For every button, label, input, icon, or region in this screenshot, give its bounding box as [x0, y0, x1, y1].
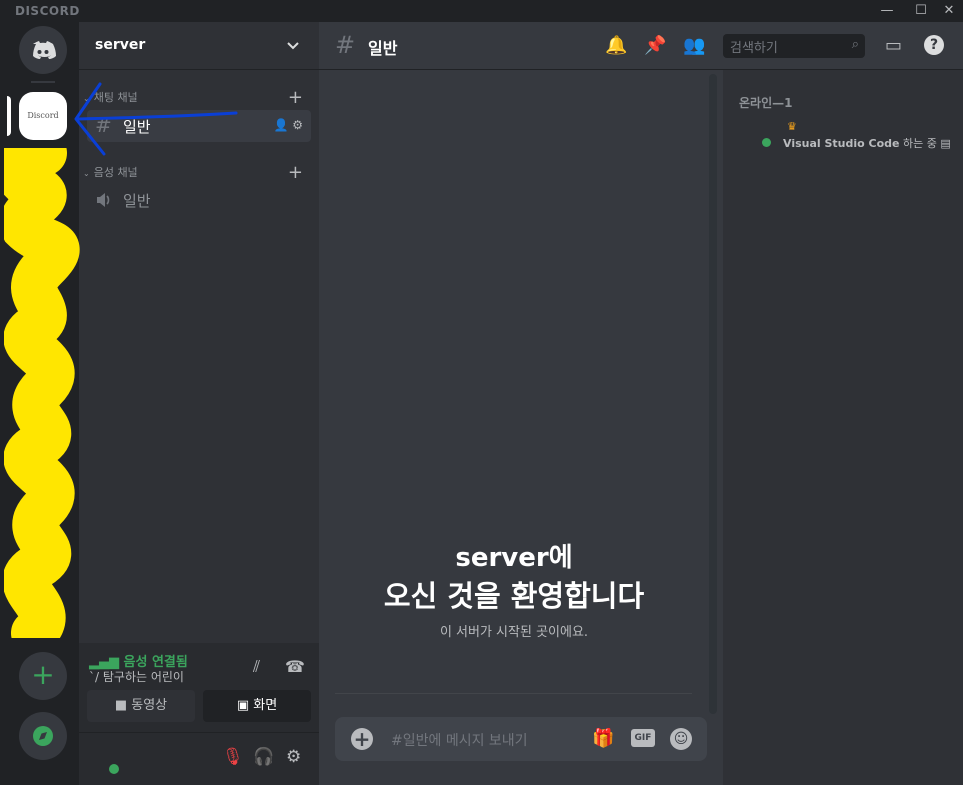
close-button[interactable]: ✕: [938, 1, 960, 21]
rail-separator: [31, 81, 55, 83]
status-online-indicator: [762, 138, 771, 147]
voice-channel-general[interactable]: 일반: [87, 184, 311, 216]
search-input[interactable]: 검색하기 ⌕: [723, 34, 865, 58]
gift-icon[interactable]: 🎁: [592, 728, 614, 749]
inbox-icon[interactable]: ▭: [885, 35, 902, 56]
welcome-title-line2: 오신 것을 환영합니다: [383, 579, 645, 613]
chat-scrollbar[interactable]: [709, 74, 717, 714]
channel-label: 일반: [123, 118, 151, 136]
category-label: 음성 채널: [93, 166, 138, 179]
member-activity: Visual Studio Code 하는 중 ▤: [783, 135, 951, 151]
member-list-icon[interactable]: 👥: [683, 35, 705, 56]
mute-microphone-icon[interactable]: 🎙: [222, 747, 244, 767]
channel-tools: 👤 ⚙: [273, 118, 303, 132]
plus-icon: +: [31, 658, 55, 691]
text-channel-general[interactable]: # 일반 👤 ⚙: [87, 110, 311, 142]
explore-servers-button[interactable]: [19, 712, 67, 760]
chevron-down-icon: ⌄: [83, 94, 90, 103]
attach-plus-icon[interactable]: +: [351, 728, 373, 750]
pinned-messages-icon[interactable]: 📌: [644, 35, 666, 56]
activity-app: Visual Studio Code: [783, 137, 900, 150]
crown-icon: ♛: [787, 120, 797, 133]
help-icon[interactable]: ?: [924, 35, 944, 55]
welcome-title-line1: server에: [455, 543, 573, 573]
add-server-button[interactable]: +: [19, 652, 67, 700]
notification-bell-icon[interactable]: 🔔: [605, 35, 627, 56]
message-composer[interactable]: + #일반에 메시지 보내기 🎁 GIF ☺: [335, 717, 707, 761]
category-label: 채팅 채널: [93, 91, 138, 104]
speaker-icon: [97, 193, 110, 207]
disconnect-call-icon[interactable]: ☎: [285, 657, 305, 676]
chat-header: # 일반 🔔 📌 👥 검색하기 ⌕ ▭ ?: [319, 22, 963, 70]
minimize-button[interactable]: —: [876, 1, 898, 21]
gif-button[interactable]: GIF: [631, 729, 655, 747]
voice-channel-name: `/ 탐구하는 어린이: [89, 670, 184, 684]
title-bar: DISCORD — ☐ ✕: [0, 0, 963, 22]
search-icon: ⌕: [851, 37, 859, 52]
member-group-header: 온라인—1: [739, 96, 793, 110]
rich-presence-icon: ▤: [940, 137, 951, 150]
compass-icon: [33, 726, 53, 746]
maximize-button[interactable]: ☐: [910, 1, 932, 21]
discord-logo-icon: [33, 41, 56, 59]
server-header[interactable]: server: [79, 22, 319, 70]
member-list: 온라인—1 ♛ Visual Studio Code 하는 중 ▤: [723, 70, 963, 785]
channel-label: 일반: [123, 192, 151, 210]
yellow-redaction-scribble: [4, 148, 80, 638]
server-name: server: [95, 37, 146, 53]
channel-sidebar: server ⌄ 채팅 채널 + # 일반 👤 ⚙ ⌄ 음성 채널 + 일반 ▂▄▆…: [79, 22, 319, 785]
message-divider: [335, 693, 692, 694]
server-icon[interactable]: Discord: [19, 92, 67, 140]
create-channel-button[interactable]: +: [288, 89, 303, 107]
screen-button-label: 화면: [253, 698, 278, 713]
selected-indicator: [7, 96, 11, 136]
screen-share-button[interactable]: ▣ 화면: [203, 690, 311, 722]
user-panel: 🎙 🎧 ⚙: [79, 733, 319, 785]
video-button-label: 동영상: [131, 698, 168, 713]
channel-title: 일반: [368, 39, 398, 58]
app-brand: DISCORD: [15, 4, 80, 18]
hash-icon: #: [95, 113, 112, 137]
video-camera-icon: ■: [114, 698, 132, 713]
category-voice-channels[interactable]: ⌄ 음성 채널: [83, 164, 138, 180]
server-icon-text: Discord: [27, 111, 59, 120]
search-placeholder: 검색하기: [730, 41, 778, 56]
home-button[interactable]: [19, 26, 67, 74]
chevron-down-icon: ⌄: [83, 169, 90, 178]
member-item[interactable]: ♛ Visual Studio Code 하는 중 ▤: [753, 120, 963, 160]
invite-icon[interactable]: 👤: [273, 118, 288, 132]
create-voice-channel-button[interactable]: +: [288, 164, 303, 182]
chevron-down-icon: [287, 42, 299, 50]
activity-suffix: 하는 중: [903, 137, 937, 150]
video-button[interactable]: ■ 동영상: [87, 690, 195, 722]
welcome-subtitle: 이 서버가 시작된 곳이에요.: [439, 625, 589, 640]
gear-icon[interactable]: ⚙: [292, 118, 303, 132]
message-input[interactable]: #일반에 메시지 보내기: [391, 730, 528, 750]
voice-connection-panel: ▂▄▆ 음성 연결됨 `/ 탐구하는 어린이 ⫽ ☎ ■ 동영상 ▣ 화면: [79, 643, 319, 733]
status-online-indicator: [109, 764, 119, 774]
hash-icon: #: [335, 31, 356, 59]
category-text-channels[interactable]: ⌄ 채팅 채널: [83, 89, 138, 105]
emoji-icon[interactable]: ☺: [670, 728, 692, 750]
deafen-headphones-icon[interactable]: 🎧: [253, 747, 274, 767]
screen-share-icon: ▣: [236, 698, 254, 713]
user-settings-gear-icon[interactable]: ⚙: [286, 747, 301, 767]
chat-area: # 일반 🔔 📌 👥 검색하기 ⌕ ▭ ? server에 오신 것을 환영합니…: [319, 22, 963, 785]
noise-suppression-icon[interactable]: ⫽: [253, 657, 260, 677]
